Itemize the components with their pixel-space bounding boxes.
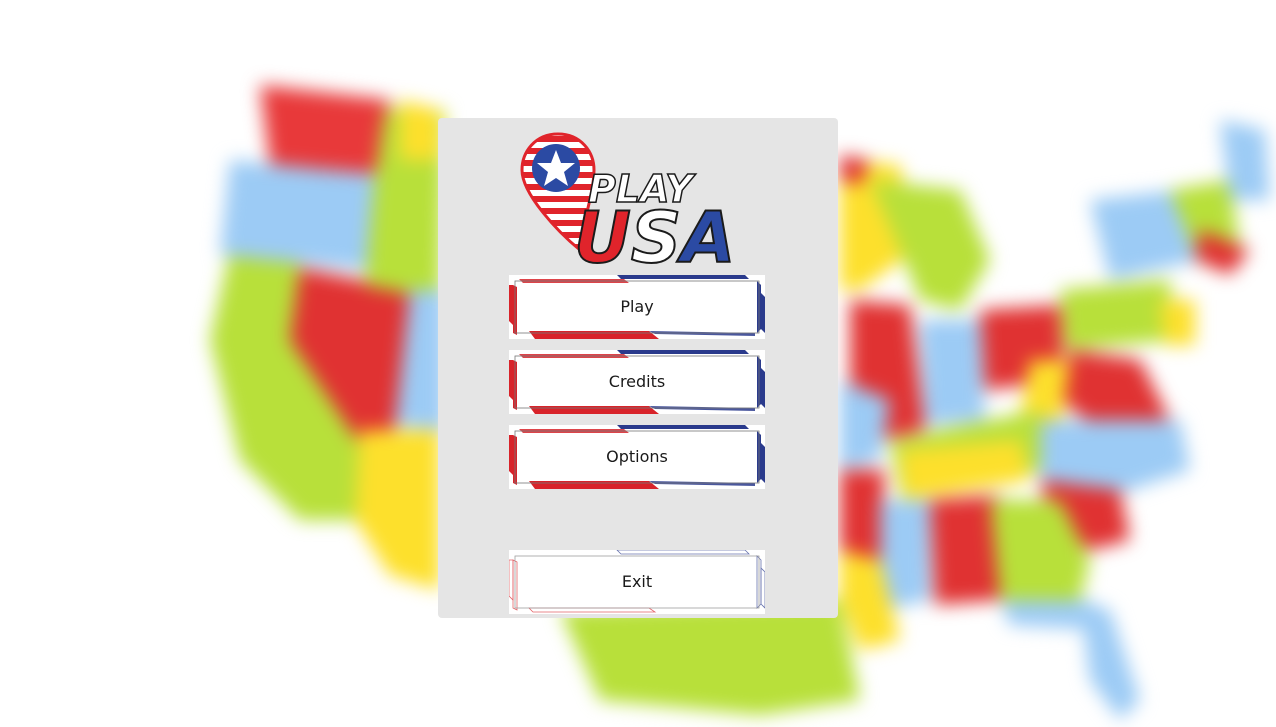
credits-button[interactable]: Credits bbox=[509, 350, 765, 414]
main-menu-panel: PLAY PLAY USA Play Credits Options Exit bbox=[438, 118, 838, 618]
options-button-label: Options bbox=[606, 447, 668, 466]
play-button-label: Play bbox=[620, 297, 654, 316]
credits-button-label: Credits bbox=[608, 372, 666, 391]
logo-usa-letter-s: S bbox=[631, 197, 681, 272]
play-usa-logo: PLAY PLAY USA bbox=[520, 132, 736, 272]
exit-button[interactable]: Exit bbox=[509, 550, 765, 614]
logo-usa-letter-a: A bbox=[676, 197, 735, 272]
logo-usa-text: USA bbox=[574, 197, 735, 272]
options-button[interactable]: Options bbox=[509, 425, 765, 489]
play-button[interactable]: Play bbox=[509, 275, 765, 339]
exit-button-label: Exit bbox=[621, 572, 653, 591]
logo-usa-letter-u: U bbox=[574, 197, 631, 272]
